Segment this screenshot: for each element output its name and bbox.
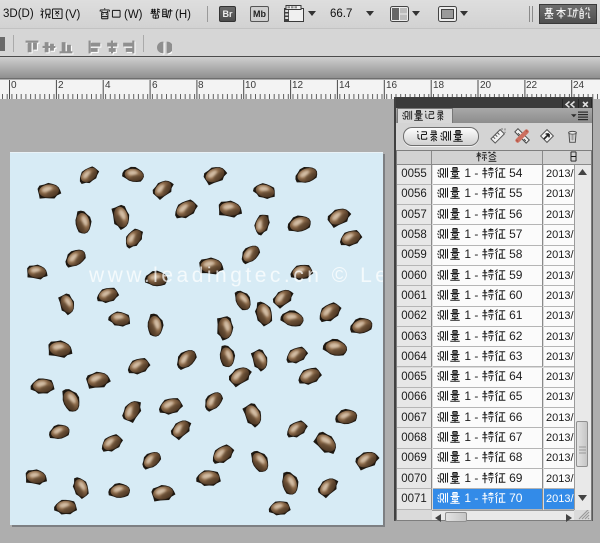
svg-text:-: -: [474, 471, 478, 485]
svg-text:1: 1: [464, 166, 471, 180]
svg-text:-: -: [474, 430, 478, 444]
svg-text:1: 1: [464, 471, 471, 485]
svg-text:1: 1: [464, 410, 471, 424]
svg-text:59: 59: [509, 268, 523, 282]
svg-text:65: 65: [509, 390, 523, 404]
svg-text:68: 68: [509, 450, 523, 464]
svg-text:61: 61: [509, 308, 523, 322]
svg-text:-: -: [474, 349, 478, 363]
svg-text:62: 62: [509, 329, 523, 343]
svg-text:1: 1: [464, 308, 471, 322]
svg-text:1: 1: [464, 390, 471, 404]
svg-text:1: 1: [464, 450, 471, 464]
svg-text:67: 67: [509, 430, 523, 444]
svg-text:-: -: [474, 187, 478, 201]
svg-text:-: -: [474, 491, 478, 505]
svg-text:-: -: [474, 207, 478, 221]
svg-text:1: 1: [464, 268, 471, 282]
svg-text:-: -: [474, 369, 478, 383]
svg-text:56: 56: [509, 207, 523, 221]
svg-text:1: 1: [464, 369, 471, 383]
svg-text:-: -: [474, 390, 478, 404]
svg-text:54: 54: [509, 166, 523, 180]
svg-text:1: 1: [464, 349, 471, 363]
svg-text:-: -: [474, 247, 478, 261]
svg-text:1: 1: [464, 491, 471, 505]
svg-text:55: 55: [509, 187, 523, 201]
svg-text:66: 66: [509, 410, 523, 424]
svg-text:-: -: [474, 268, 478, 282]
svg-text:1: 1: [464, 329, 471, 343]
svg-text:1: 1: [464, 207, 471, 221]
svg-text:1: 1: [464, 247, 471, 261]
svg-text:57: 57: [509, 227, 523, 241]
svg-text:1: 1: [464, 288, 471, 302]
svg-text:64: 64: [509, 369, 523, 383]
svg-text:-: -: [474, 166, 478, 180]
svg-text:58: 58: [509, 247, 523, 261]
svg-text:1: 1: [464, 187, 471, 201]
svg-text:60: 60: [509, 288, 523, 302]
svg-text:-: -: [474, 329, 478, 343]
svg-text:-: -: [474, 450, 478, 464]
svg-text:69: 69: [509, 471, 523, 485]
svg-text:1: 1: [464, 430, 471, 444]
svg-text:-: -: [474, 308, 478, 322]
svg-text:-: -: [474, 227, 478, 241]
svg-text:-: -: [474, 288, 478, 302]
svg-text:70: 70: [509, 491, 523, 505]
svg-text:-: -: [474, 410, 478, 424]
svg-text:1: 1: [464, 227, 471, 241]
svg-text:63: 63: [509, 349, 523, 363]
